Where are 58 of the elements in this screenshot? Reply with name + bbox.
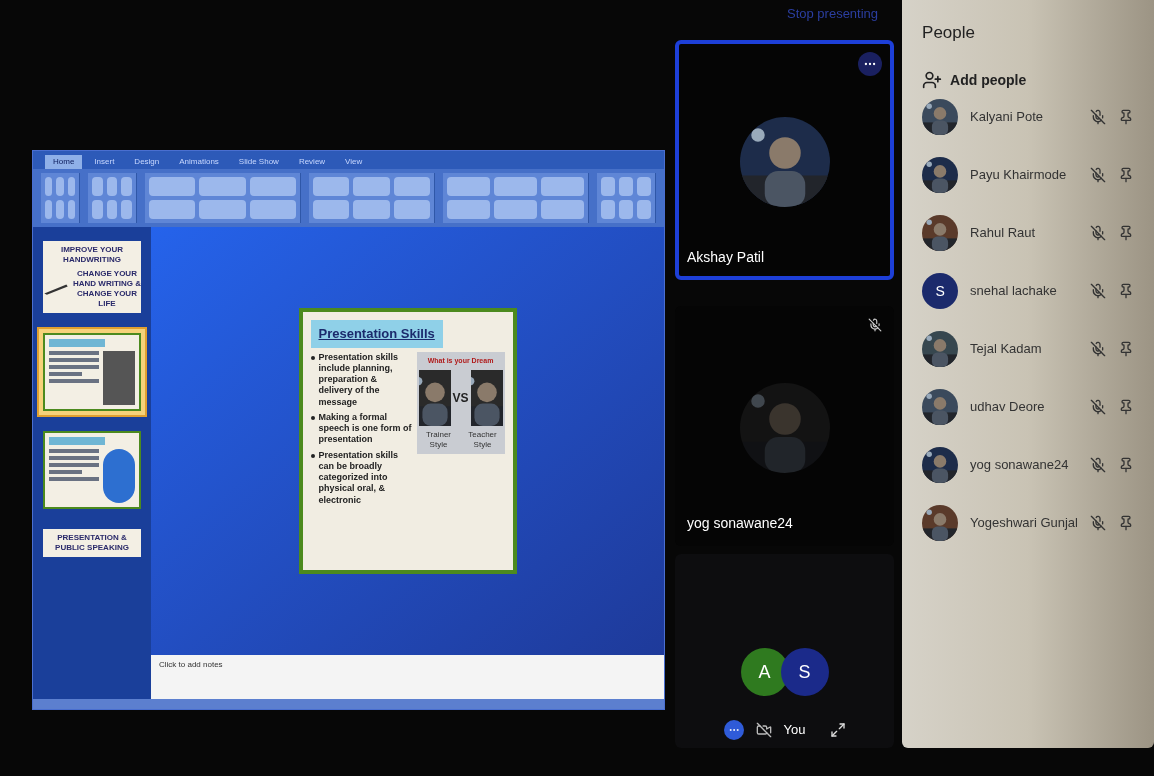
more-options-button[interactable] — [723, 720, 744, 740]
ribbon-tab[interactable]: Insert — [86, 155, 123, 169]
pin-icon[interactable] — [1118, 282, 1134, 299]
ribbon-group — [88, 173, 137, 223]
camera-off-icon — [755, 722, 772, 738]
mic-off-icon — [1090, 108, 1106, 125]
ribbon-tab[interactable]: View — [337, 155, 371, 169]
avatar: S — [780, 648, 829, 696]
thumbnail-title: PRESENTATION & PUBLIC SPEAKING — [54, 533, 130, 553]
mic-off-icon — [1090, 398, 1106, 415]
mic-off-icon — [1090, 340, 1106, 357]
participant-name: Tejal Kadam — [970, 339, 1043, 358]
participant-name: Yogeshwari Gunjal — [970, 513, 1078, 532]
pin-icon[interactable] — [1118, 340, 1134, 357]
mic-off-icon — [1090, 514, 1106, 531]
pin-icon[interactable] — [1118, 166, 1134, 183]
thumbnail-subtitle: CHANGE YOUR HAND WRITING & CHANGE YOUR LIFE — [73, 269, 141, 309]
participant-name: snehal lachake — [970, 281, 1058, 300]
ribbon-tab[interactable]: Slide Show — [230, 155, 287, 169]
notes-field[interactable]: Click to add notes — [151, 655, 664, 699]
ribbon-tab[interactable]: Review — [290, 155, 334, 169]
pin-icon[interactable] — [1118, 224, 1134, 241]
add-people-button[interactable]: Add people — [922, 69, 1134, 91]
pin-icon[interactable] — [1118, 456, 1134, 473]
participant-name: yog sonawane24 — [970, 455, 1070, 474]
mic-off-icon — [1090, 456, 1106, 473]
slide-thumbnail[interactable] — [37, 327, 147, 417]
ribbon-group — [597, 173, 656, 223]
participant-name: yog sonawane24 — [687, 514, 794, 533]
pin-icon[interactable] — [1118, 514, 1134, 531]
participant-name: Kalyani Pote — [970, 107, 1045, 126]
mic-off-icon — [1090, 224, 1106, 241]
avatar: S — [922, 272, 959, 309]
vs-label: VS — [452, 390, 469, 407]
add-person-icon — [922, 70, 943, 90]
slide-bullet: Presentation skills can be broadly categorized into physical oral, & electronic — [318, 449, 400, 506]
participant-name: Akshay Patil — [687, 248, 766, 267]
ribbon-tab[interactable]: Animations — [171, 155, 227, 169]
pin-icon[interactable] — [1118, 108, 1134, 125]
participant-name: Payu Khairmode — [970, 165, 1068, 184]
ribbon-group — [41, 173, 81, 223]
image-caption: Teacher Style — [467, 430, 498, 450]
self-label: You — [783, 721, 806, 740]
thumbnail-title: IMPROVE YOUR HANDWRITING — [59, 245, 125, 265]
expand-icon[interactable] — [829, 722, 846, 738]
ribbon-tab[interactable]: Design — [126, 155, 168, 169]
mic-off-icon — [868, 318, 883, 332]
ribbon-tab[interactable]: Home — [45, 155, 83, 169]
participant-name: Rahul Raut — [970, 223, 1037, 242]
slide-title: Presentation Skills — [310, 320, 443, 348]
mic-off-icon — [1090, 166, 1106, 183]
participant-name: udhav Deore — [970, 397, 1046, 416]
image-caption: Trainer Style — [424, 430, 452, 450]
pin-icon[interactable] — [1118, 398, 1134, 415]
slide-bullet: Presentation skills include planning, preparation & delivery of the message — [318, 351, 400, 408]
mic-off-icon — [1090, 282, 1106, 299]
panel-title: People — [922, 22, 976, 44]
slide-bullet: Making a formal speech is one form of presentation — [318, 411, 413, 446]
